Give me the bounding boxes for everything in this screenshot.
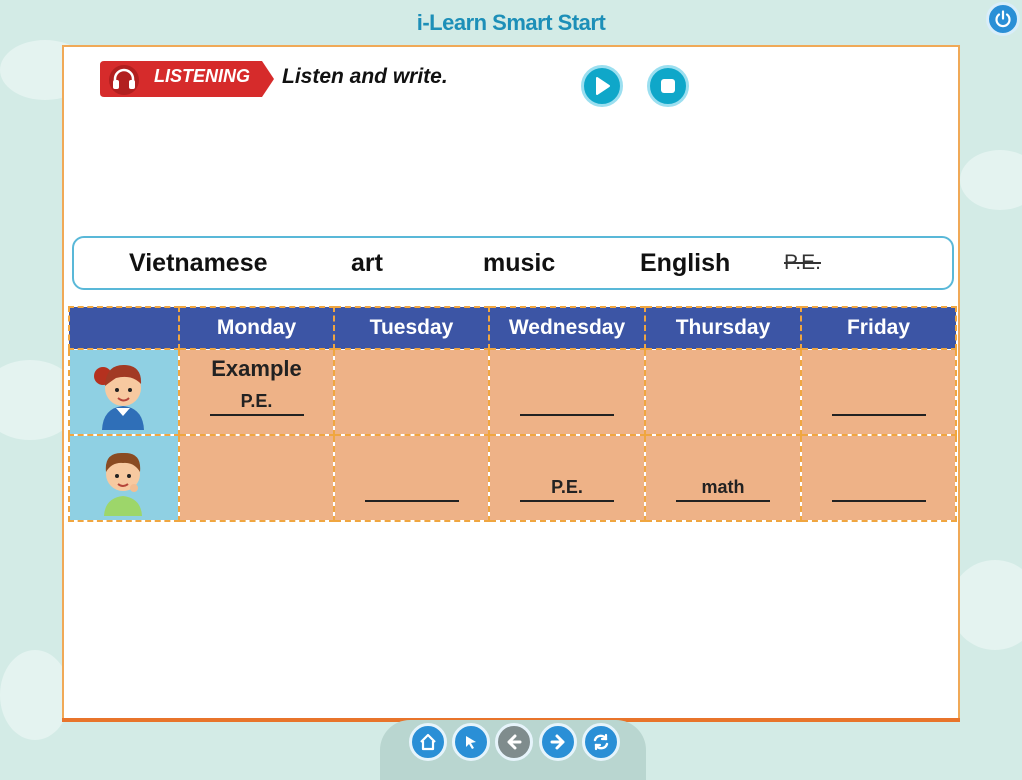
answer-blank[interactable]	[520, 390, 614, 416]
timetable: Monday Tuesday Wednesday Thursday Friday	[68, 306, 957, 522]
table-header-row: Monday Tuesday Wednesday Thursday Friday	[68, 306, 957, 350]
pointer-icon	[466, 736, 476, 749]
home-icon	[420, 733, 436, 751]
answer-blank[interactable]: math	[676, 476, 770, 502]
activity-panel: LISTENING Listen and write. Vietnamese a…	[62, 45, 960, 722]
timetable-cell: math	[644, 434, 802, 522]
answer-blank[interactable]	[831, 390, 926, 416]
example-label: Example	[211, 356, 302, 381]
word-bank-item: art	[351, 249, 383, 277]
pointer-button[interactable]	[452, 723, 490, 761]
boy-avatar	[104, 452, 142, 516]
app-title: i-Learn Smart Start	[416, 10, 606, 35]
timetable-cell	[333, 348, 490, 436]
timetable-cell	[333, 434, 490, 522]
background-cloud	[0, 650, 70, 740]
power-icon	[995, 10, 1011, 28]
refresh-button[interactable]	[582, 723, 620, 761]
power-button[interactable]	[986, 2, 1020, 36]
timetable-cell	[488, 348, 646, 436]
table-header-friday: Friday	[800, 306, 957, 350]
timetable-cell: Example P.E.	[178, 348, 335, 436]
girl-avatar	[94, 364, 144, 430]
answer-blank[interactable]	[364, 476, 459, 502]
play-button[interactable]	[581, 65, 623, 107]
table-row: P.E. math	[68, 434, 957, 522]
table-header-thursday: Thursday	[644, 306, 802, 350]
table-header-tuesday: Tuesday	[333, 306, 490, 350]
previous-button[interactable]	[495, 723, 533, 761]
listening-label: LISTENING	[154, 66, 251, 86]
arrow-left-icon	[507, 734, 522, 750]
background-cloud	[950, 560, 1022, 650]
stop-icon	[661, 79, 675, 93]
timetable-cell	[178, 434, 335, 522]
background-cloud	[960, 150, 1022, 210]
answer-blank: P.E.	[209, 390, 304, 416]
home-button[interactable]	[409, 723, 447, 761]
refresh-icon	[593, 733, 609, 751]
headphones-icon	[113, 68, 135, 89]
word-bank-item-struck: P.E.	[784, 251, 821, 274]
table-row: Example P.E.	[68, 348, 957, 436]
next-button[interactable]	[539, 723, 577, 761]
word-bank-item: English	[640, 249, 731, 277]
table-header-wednesday: Wednesday	[488, 306, 646, 350]
arrow-right-icon	[550, 734, 565, 750]
table-header-cell	[68, 306, 180, 350]
instruction-text: Listen and write.	[282, 65, 448, 88]
word-bank: Vietnamese art music English P.E.	[72, 236, 954, 290]
word-bank-item: music	[483, 249, 556, 277]
word-bank-item: Vietnamese	[129, 249, 268, 277]
table-header-monday: Monday	[178, 306, 335, 350]
timetable-cell	[800, 434, 957, 522]
answer-blank[interactable]	[831, 476, 926, 502]
answer-blank[interactable]: P.E.	[520, 476, 614, 502]
play-icon	[596, 77, 610, 95]
timetable-cell	[644, 348, 802, 436]
listening-badge: LISTENING	[100, 59, 276, 99]
stop-button[interactable]	[647, 65, 689, 107]
avatar-cell	[68, 348, 180, 436]
avatar-cell	[68, 434, 180, 522]
timetable-cell	[800, 348, 957, 436]
timetable-cell: P.E.	[488, 434, 646, 522]
